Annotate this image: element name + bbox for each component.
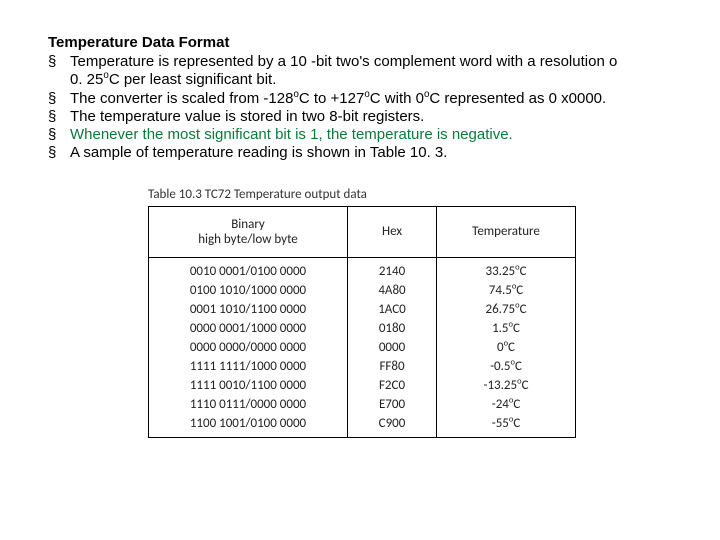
- temp-unit: C: [515, 359, 522, 374]
- header-text: Binary: [231, 217, 265, 232]
- cell-temperature: 74.5oC: [437, 281, 576, 300]
- temp-value: 74.5: [489, 283, 512, 298]
- bullet-text: Temperature is represented by a 10 -bit …: [70, 53, 617, 70]
- cell-hex: FF80: [348, 357, 437, 376]
- cell-hex: 4A80: [348, 281, 437, 300]
- temp-value: -55: [492, 416, 509, 431]
- header-text: Hex: [382, 224, 402, 239]
- temp-unit: C: [513, 321, 520, 336]
- cell-binary: 1100 1001/0100 0000: [149, 414, 348, 438]
- temp-value: 0: [497, 340, 504, 355]
- temp-value: -24: [492, 397, 509, 412]
- table-row: 0000 0000/0000 000000000oC: [149, 338, 576, 357]
- table-container: Table 10.3 TC72 Temperature output data …: [148, 187, 720, 438]
- bullet-text: C represented as 0 x0000.: [429, 90, 606, 107]
- cell-hex: 2140: [348, 257, 437, 281]
- table-header: Temperature: [437, 206, 576, 257]
- section-title: Temperature Data Format: [48, 34, 720, 51]
- bullet-text-highlight: Whenever the most significant bit is 1, …: [70, 126, 513, 143]
- cell-binary: 0010 0001/0100 0000: [149, 257, 348, 281]
- temp-value: 26.75: [485, 302, 515, 317]
- table-row: 1111 1111/1000 0000FF80-0.5oC: [149, 357, 576, 376]
- table-row: 1111 0010/1100 0000F2C0-13.25oC: [149, 376, 576, 395]
- cell-binary: 1111 1111/1000 0000: [149, 357, 348, 376]
- bullet-item: A sample of temperature reading is shown…: [48, 144, 720, 162]
- table-header-row: Binary high byte/low byte Hex Temperatur…: [149, 206, 576, 257]
- cell-hex: 0180: [348, 319, 437, 338]
- bullet-item: The converter is scaled from -128oC to +…: [48, 90, 720, 108]
- cell-hex: E700: [348, 395, 437, 414]
- cell-hex: 0000: [348, 338, 437, 357]
- cell-temperature: -13.25oC: [437, 376, 576, 395]
- table-row: 0010 0001/0100 0000214033.25oC: [149, 257, 576, 281]
- bullet-item: Whenever the most significant bit is 1, …: [48, 126, 720, 144]
- cell-temperature: 26.75oC: [437, 300, 576, 319]
- temp-unit: C: [520, 264, 527, 279]
- cell-hex: C900: [348, 414, 437, 438]
- bullet-item: Temperature is represented by a 10 -bit …: [48, 53, 720, 90]
- bullet-text: The temperature value is stored in two 8…: [70, 108, 424, 125]
- table-header: Hex: [348, 206, 437, 257]
- cell-temperature: 0oC: [437, 338, 576, 357]
- cell-temperature: -0.5oC: [437, 357, 576, 376]
- temp-unit: C: [513, 416, 520, 431]
- table-header: Binary high byte/low byte: [149, 206, 348, 257]
- table-row: 1110 0111/0000 0000E700-24oC: [149, 395, 576, 414]
- bullet-text: 0. 25: [70, 71, 103, 88]
- temp-unit: C: [513, 397, 520, 412]
- table-row: 0100 1010/1000 00004A8074.5oC: [149, 281, 576, 300]
- table-caption: Table 10.3 TC72 Temperature output data: [148, 187, 720, 202]
- table-body: 0010 0001/0100 0000214033.25oC0100 1010/…: [149, 257, 576, 437]
- cell-binary: 1110 0111/0000 0000: [149, 395, 348, 414]
- bullet-text: C to +127: [299, 90, 364, 107]
- temp-unit: C: [508, 340, 515, 355]
- bullet-text: C with 0: [370, 90, 424, 107]
- header-text: high byte/low byte: [198, 232, 298, 247]
- table-row: 1100 1001/0100 0000C900-55oC: [149, 414, 576, 438]
- bullet-item: The temperature value is stored in two 8…: [48, 108, 720, 126]
- temp-value: -0.5: [490, 359, 510, 374]
- cell-binary: 0000 0000/0000 0000: [149, 338, 348, 357]
- temp-value: -13.25: [483, 378, 517, 393]
- temperature-table: Binary high byte/low byte Hex Temperatur…: [148, 206, 576, 438]
- bullet-text: A sample of temperature reading is shown…: [70, 144, 447, 161]
- cell-temperature: -55oC: [437, 414, 576, 438]
- cell-temperature: 1.5oC: [437, 319, 576, 338]
- cell-hex: 1AC0: [348, 300, 437, 319]
- slide-content: Temperature Data Format Temperature is r…: [0, 0, 720, 438]
- cell-binary: 0000 0001/1000 0000: [149, 319, 348, 338]
- temp-value: 1.5: [492, 321, 508, 336]
- temp-unit: C: [522, 378, 529, 393]
- cell-binary: 0001 1010/1100 0000: [149, 300, 348, 319]
- bullet-list: Temperature is represented by a 10 -bit …: [48, 53, 720, 163]
- table-row: 0001 1010/1100 00001AC026.75oC: [149, 300, 576, 319]
- cell-hex: F2C0: [348, 376, 437, 395]
- cell-temperature: 33.25oC: [437, 257, 576, 281]
- temp-value: 33.25: [485, 264, 515, 279]
- temp-unit: C: [520, 302, 527, 317]
- bullet-text: The converter is scaled from -128: [70, 90, 293, 107]
- header-text: Temperature: [472, 224, 540, 239]
- bullet-text: C per least significant bit.: [109, 71, 277, 88]
- cell-binary: 1111 0010/1100 0000: [149, 376, 348, 395]
- temp-unit: C: [516, 283, 523, 298]
- table-row: 0000 0001/1000 000001801.5oC: [149, 319, 576, 338]
- cell-binary: 0100 1010/1000 0000: [149, 281, 348, 300]
- cell-temperature: -24oC: [437, 395, 576, 414]
